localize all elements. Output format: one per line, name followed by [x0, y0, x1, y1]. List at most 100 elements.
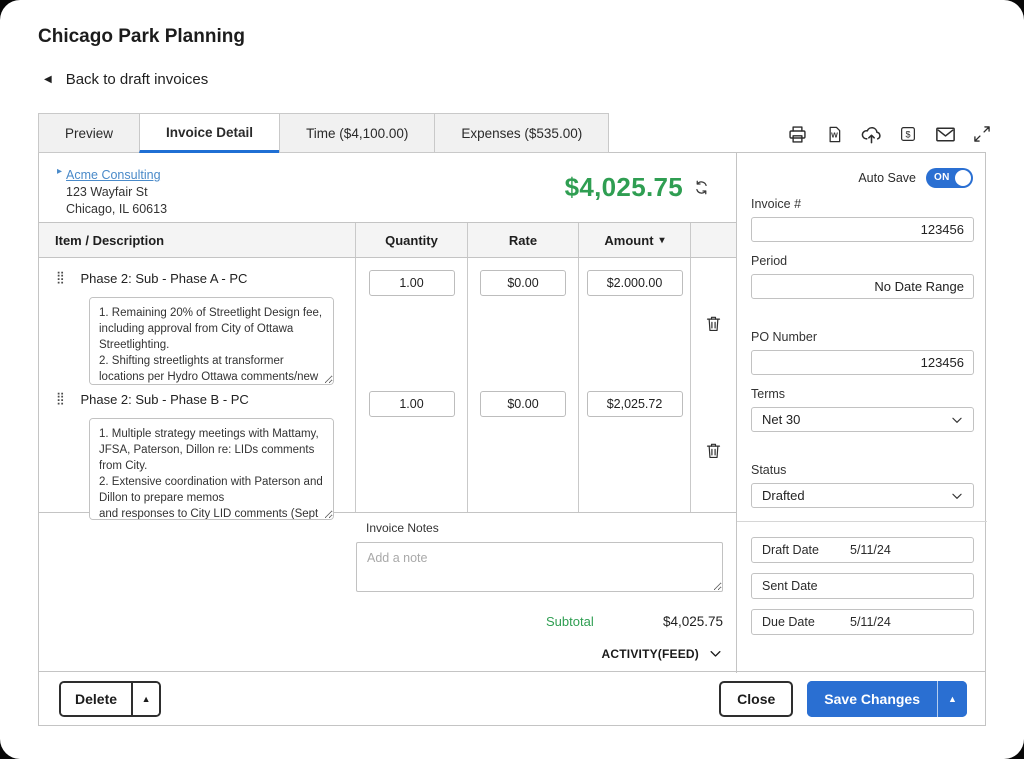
delete-line-button[interactable]	[704, 270, 723, 379]
column-header-rate: Rate	[468, 223, 579, 257]
word-doc-icon: W	[825, 125, 844, 144]
trash-icon	[704, 441, 723, 460]
delete-menu-button[interactable]: ▲	[131, 683, 159, 715]
svg-text:$: $	[905, 129, 910, 139]
period-input[interactable]	[751, 274, 974, 299]
amount-input[interactable]	[587, 391, 683, 417]
drag-handle-icon[interactable]: ⣿	[56, 391, 70, 405]
status-select[interactable]: Drafted	[751, 483, 974, 508]
invoice-notes-textarea[interactable]	[356, 542, 723, 592]
tab-invoice-detail[interactable]: Invoice Detail	[139, 113, 279, 153]
line-items-header: Item / Description Quantity Rate Amount …	[39, 223, 736, 258]
draft-date-value: 5/11/24	[850, 543, 891, 557]
invoice-settings-sidebar: Auto Save ON Invoice # Period PO Number …	[736, 153, 987, 673]
status-label: Status	[751, 463, 786, 477]
rate-input[interactable]	[480, 391, 566, 417]
money-icon: $	[899, 125, 917, 143]
trash-icon	[704, 314, 723, 333]
back-arrow-icon: ◀	[44, 74, 52, 85]
status-value: Drafted	[762, 488, 805, 503]
cloud-upload-icon	[860, 123, 883, 146]
chevron-down-icon	[950, 413, 964, 427]
expand-icon	[972, 124, 992, 144]
caret-up-icon: ▲	[142, 694, 151, 704]
line-item-row: ⣿ Phase 2: Sub - Phase B - PC 1. Multipl…	[39, 379, 736, 513]
expand-button[interactable]	[970, 122, 994, 146]
due-date-value: 5/11/24	[850, 615, 891, 629]
client-address-line1: 123 Wayfair St	[66, 184, 167, 201]
email-button[interactable]	[933, 122, 957, 146]
invoice-main-pane: ▸ Acme Consulting 123 Wayfair St Chicago…	[39, 153, 736, 673]
due-date-label: Due Date	[762, 615, 850, 629]
subtotal-row: Subtotal $4,025.75	[356, 614, 723, 629]
terms-label: Terms	[751, 387, 785, 401]
delete-split-button: Delete ▲	[59, 681, 161, 717]
export-word-button[interactable]: W	[822, 122, 846, 146]
footer-action-bar: Delete ▲ Close Save Changes ▲	[39, 671, 985, 725]
delete-line-button[interactable]	[704, 391, 723, 512]
due-date-field[interactable]: Due Date 5/11/24	[751, 609, 974, 635]
save-menu-button[interactable]: ▲	[937, 681, 967, 717]
save-split-button: Save Changes ▲	[807, 681, 967, 717]
save-changes-button[interactable]: Save Changes	[807, 681, 937, 717]
invoice-editor-window: Chicago Park Planning ◀ Back to draft in…	[0, 0, 1024, 759]
close-button[interactable]: Close	[719, 681, 793, 717]
column-header-amount[interactable]: Amount ▾	[579, 223, 691, 257]
column-header-item: Item / Description	[39, 223, 356, 257]
recalculate-button[interactable]	[693, 179, 710, 196]
chevron-down-icon	[950, 489, 964, 503]
back-link-label: Back to draft invoices	[66, 71, 209, 88]
email-icon	[934, 123, 957, 146]
rate-input[interactable]	[480, 270, 566, 296]
client-header: ▸ Acme Consulting 123 Wayfair St Chicago…	[39, 153, 736, 223]
line-item-description-textarea[interactable]: 1. Remaining 20% of Streetlight Design f…	[89, 297, 334, 385]
page-title: Chicago Park Planning	[38, 26, 245, 48]
tab-bar: Preview Invoice Detail Time ($4,100.00) …	[38, 113, 609, 153]
print-icon	[787, 124, 808, 145]
terms-value: Net 30	[762, 412, 800, 427]
back-link[interactable]: ◀ Back to draft invoices	[44, 71, 208, 88]
quantity-input[interactable]	[369, 391, 455, 417]
client-expand-icon[interactable]: ▸	[57, 166, 62, 218]
sent-date-label: Sent Date	[762, 579, 850, 593]
invoice-detail-panel: ▸ Acme Consulting 123 Wayfair St Chicago…	[38, 152, 986, 726]
amount-input[interactable]	[587, 270, 683, 296]
invoice-number-input[interactable]	[751, 217, 974, 242]
upload-button[interactable]	[859, 122, 883, 146]
po-number-label: PO Number	[751, 330, 817, 344]
quantity-input[interactable]	[369, 270, 455, 296]
terms-select[interactable]: Net 30	[751, 407, 974, 432]
sync-icon	[693, 179, 710, 196]
line-item-title: Phase 2: Sub - Phase B - PC	[80, 392, 248, 407]
client-link[interactable]: Acme Consulting	[66, 168, 161, 182]
invoice-number-label: Invoice #	[751, 197, 801, 211]
line-item-row: ⣿ Phase 2: Sub - Phase A - PC 1. Remaini…	[39, 258, 736, 379]
caret-up-icon: ▲	[948, 694, 957, 704]
invoice-notes-label: Invoice Notes	[366, 521, 439, 535]
tab-preview[interactable]: Preview	[38, 113, 139, 153]
line-item-description-textarea[interactable]: 1. Multiple strategy meetings with Matta…	[89, 418, 334, 520]
activity-feed-toggle[interactable]: ACTIVITY(FEED)	[356, 646, 723, 661]
drag-handle-icon[interactable]: ⣿	[56, 270, 70, 284]
sidebar-divider	[737, 521, 987, 522]
chevron-down-icon	[708, 646, 723, 661]
tab-expenses[interactable]: Expenses ($535.00)	[434, 113, 609, 153]
delete-button[interactable]: Delete	[61, 683, 131, 715]
autosave-label: Auto Save	[858, 171, 916, 185]
draft-date-field[interactable]: Draft Date 5/11/24	[751, 537, 974, 563]
activity-feed-label: ACTIVITY(FEED)	[602, 647, 699, 661]
po-number-input[interactable]	[751, 350, 974, 375]
subtotal-label: Subtotal	[546, 614, 594, 629]
autosave-toggle[interactable]: ON	[926, 168, 973, 188]
column-header-actions	[691, 223, 736, 257]
line-item-title: Phase 2: Sub - Phase A - PC	[80, 271, 247, 286]
toggle-knob	[955, 170, 971, 186]
draft-date-label: Draft Date	[762, 543, 850, 557]
svg-text:W: W	[831, 131, 838, 139]
billing-button[interactable]: $	[896, 122, 920, 146]
tab-time[interactable]: Time ($4,100.00)	[279, 113, 434, 153]
sent-date-field[interactable]: Sent Date	[751, 573, 974, 599]
print-button[interactable]	[785, 122, 809, 146]
subtotal-value: $4,025.75	[663, 614, 723, 629]
toolbar: W $	[785, 118, 994, 150]
